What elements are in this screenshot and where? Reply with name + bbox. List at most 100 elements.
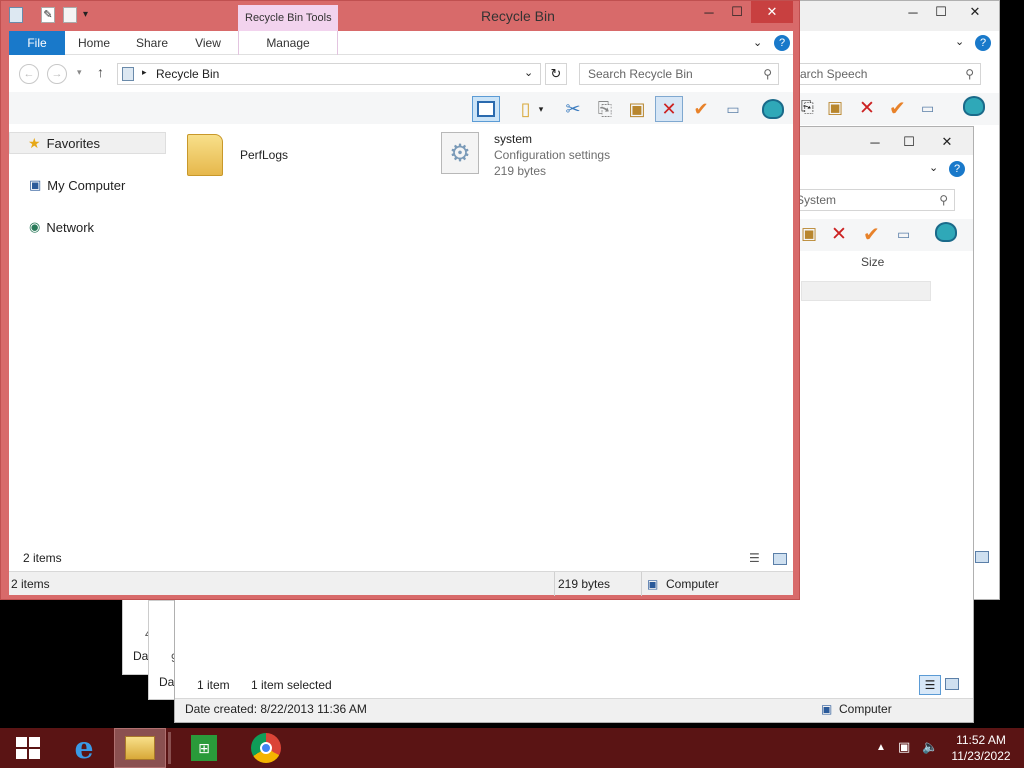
rename-button[interactable]: ▭ bbox=[719, 96, 747, 122]
refresh-button[interactable]: ↻ bbox=[545, 63, 567, 85]
ribbon-expand-icon[interactable]: ⌄ bbox=[955, 35, 964, 48]
recycle-bin-location-icon bbox=[122, 67, 134, 81]
tab-home[interactable]: Home bbox=[69, 31, 119, 55]
network-tray-icon[interactable]: ▣ bbox=[898, 739, 910, 755]
computer-icon: ▣ bbox=[29, 177, 42, 192]
minimize-button[interactable]: ─ bbox=[899, 1, 927, 23]
details-view-icon[interactable]: ☰ bbox=[919, 675, 941, 695]
tab-share[interactable]: Share bbox=[127, 31, 177, 55]
minimize-button[interactable]: ─ bbox=[861, 131, 889, 153]
clock-date: 11/23/2022 bbox=[951, 749, 1011, 763]
show-hidden-icons-icon[interactable]: ▲ bbox=[876, 742, 886, 753]
rename-icon[interactable]: ▭ bbox=[897, 226, 910, 243]
item-count-label: 1 item bbox=[197, 678, 230, 692]
organize-button[interactable]: ▯ ▾ bbox=[509, 96, 555, 122]
navigation-pane: ★ Favorites ▣ My Computer ◉ Network bbox=[9, 124, 169, 571]
view-large-icon[interactable] bbox=[975, 551, 989, 563]
nav-item-network[interactable]: ◉ Network bbox=[9, 216, 94, 238]
rename-icon[interactable]: ▭ bbox=[921, 100, 934, 117]
tab-view[interactable]: View bbox=[183, 31, 233, 55]
help-icon[interactable]: ? bbox=[774, 35, 790, 51]
ribbon-expand-icon[interactable]: ⌄ bbox=[929, 161, 938, 174]
taskbar-store[interactable]: ⊞ bbox=[176, 728, 232, 768]
details-view-icon[interactable]: ☰ bbox=[749, 551, 760, 565]
preview-pane-button[interactable] bbox=[472, 96, 500, 122]
ribbon-expand-icon[interactable]: ⌄ bbox=[753, 36, 762, 49]
scissors-icon: ✂ bbox=[565, 98, 581, 119]
start-button[interactable] bbox=[0, 728, 56, 768]
statusbar: 2 items 219 bytes ▣ Computer bbox=[9, 571, 793, 596]
copy-icon: ⎘ bbox=[597, 98, 613, 119]
checkmark-icon[interactable]: ✔ bbox=[863, 222, 880, 247]
large-icons-view-icon[interactable] bbox=[945, 678, 959, 690]
shell-icon[interactable] bbox=[963, 96, 985, 116]
help-icon[interactable]: ? bbox=[949, 161, 965, 177]
tab-manage[interactable]: Manage bbox=[238, 31, 338, 55]
paste-button[interactable]: ▣ bbox=[623, 96, 651, 122]
cut-button[interactable]: ✂ bbox=[559, 96, 587, 122]
maximize-button[interactable]: ☐ bbox=[895, 131, 923, 153]
volume-icon[interactable]: 🔈 bbox=[922, 739, 938, 755]
minimize-button[interactable]: ─ bbox=[695, 1, 723, 23]
paste-icon[interactable]: ▣ bbox=[801, 224, 817, 244]
close-button[interactable]: ✕ bbox=[927, 131, 967, 153]
close-button[interactable]: ✕ bbox=[955, 1, 995, 23]
search-input[interactable]: System ⚲ bbox=[787, 189, 955, 211]
network-icon: ◉ bbox=[29, 219, 41, 234]
file-explorer-icon bbox=[125, 736, 155, 760]
close-button[interactable]: ✕ bbox=[751, 1, 793, 23]
tab-file[interactable]: File bbox=[9, 31, 65, 55]
copy-icon[interactable]: ⎘ bbox=[801, 99, 814, 117]
paste-icon[interactable]: ▣ bbox=[827, 98, 843, 118]
file-item[interactable]: PerfLogs bbox=[187, 130, 427, 180]
clock[interactable]: 11:52 AM 11/23/2022 bbox=[946, 732, 1016, 764]
taskbar-chrome[interactable] bbox=[238, 728, 294, 768]
back-button[interactable]: ← bbox=[19, 64, 39, 84]
ribbon-tabs: File Home Share View Manage ⌄ ? bbox=[9, 31, 793, 55]
file-name: system bbox=[494, 132, 533, 146]
taskbar-file-explorer[interactable] bbox=[114, 728, 166, 768]
new-folder-icon[interactable] bbox=[63, 7, 77, 23]
selected-row-highlight bbox=[801, 281, 931, 301]
nav-item-favorites[interactable]: ★ Favorites bbox=[9, 132, 166, 154]
maximize-button[interactable]: ☐ bbox=[723, 1, 751, 23]
file-list: PerfLogs ⚙ system Configuration settings… bbox=[169, 124, 793, 571]
column-header-size[interactable]: Size bbox=[861, 255, 884, 269]
delete-icon[interactable]: ✕ bbox=[859, 97, 875, 120]
shell-icon[interactable] bbox=[935, 222, 957, 242]
maximize-button[interactable]: ☐ bbox=[927, 1, 955, 23]
checkmark-icon[interactable]: ✔ bbox=[889, 96, 906, 121]
search-input[interactable]: Search Recycle Bin ⚲ bbox=[579, 63, 779, 85]
computer-icon: ▣ bbox=[821, 702, 833, 716]
address-bar[interactable]: ▸ Recycle Bin ⌄ bbox=[117, 63, 541, 85]
forward-button[interactable]: → bbox=[47, 64, 67, 84]
large-icons-view-icon[interactable] bbox=[773, 553, 787, 565]
taskbar-internet-explorer[interactable]: e bbox=[56, 728, 112, 768]
breadcrumb-separator-icon: ▸ bbox=[142, 67, 147, 77]
delete-button[interactable]: ✕ bbox=[655, 96, 683, 122]
address-text: Recycle Bin bbox=[156, 67, 220, 81]
explorer-body: File Home Share View Manage ⌄ ? ← → ▾ ↑ … bbox=[9, 31, 793, 596]
address-dropdown-icon[interactable]: ⌄ bbox=[524, 66, 533, 79]
store-icon: ⊞ bbox=[191, 735, 217, 761]
recent-locations-icon[interactable]: ▾ bbox=[77, 67, 82, 78]
delete-icon[interactable]: ✕ bbox=[831, 223, 847, 246]
file-item[interactable]: ⚙ system Configuration settings 219 byte… bbox=[439, 126, 699, 178]
properties-icon[interactable]: ✎ bbox=[41, 7, 55, 23]
copy-button[interactable]: ⎘ bbox=[591, 96, 619, 122]
up-button[interactable]: ↑ bbox=[97, 64, 104, 80]
recycle-bin-window[interactable]: ✎ ▾ Recycle Bin Tools Recycle Bin ─ ☐ ✕ … bbox=[0, 0, 800, 600]
help-icon[interactable]: ? bbox=[975, 35, 991, 51]
quick-access-dropdown-icon[interactable]: ▾ bbox=[83, 9, 88, 20]
item-count-label: 2 items bbox=[23, 551, 62, 565]
file-type: Configuration settings bbox=[494, 148, 611, 162]
search-input[interactable]: arch Speech ⚲ bbox=[791, 63, 981, 85]
nav-item-my-computer[interactable]: ▣ My Computer bbox=[9, 174, 125, 196]
contextual-tab-group: Recycle Bin Tools bbox=[238, 5, 338, 32]
windows-logo-icon bbox=[16, 737, 40, 759]
computer-icon: ▣ bbox=[647, 577, 659, 591]
status-items: 2 items bbox=[11, 577, 50, 591]
properties-button[interactable]: ✔ bbox=[687, 96, 715, 122]
shell-button[interactable] bbox=[759, 96, 787, 122]
taskbar: e ⊞ ▲ ▣ 🔈 11:52 AM 11/23/2022 bbox=[0, 728, 1024, 768]
